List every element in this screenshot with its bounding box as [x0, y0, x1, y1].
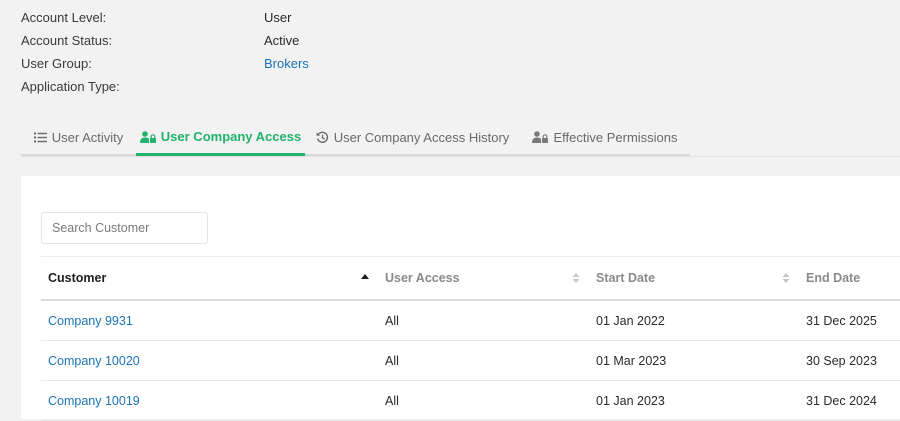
company-access-table: Customer User Access Start Date End Date… [41, 256, 900, 421]
end-date-cell: 31 Dec 2024 [806, 393, 877, 408]
column-header-user-access[interactable]: User Access [385, 257, 460, 299]
account-level-value: User [264, 10, 292, 25]
tab-user-activity[interactable]: User Activity [21, 120, 136, 156]
tab-effective-permissions-label: Effective Permissions [553, 129, 678, 145]
table-row: Company 9931 All 01 Jan 2022 31 Dec 2025 [41, 301, 900, 341]
start-date-cell: 01 Jan 2023 [596, 393, 665, 408]
application-type-row: Application Type: [21, 75, 309, 98]
start-date-cell: 01 Jan 2022 [596, 313, 665, 328]
column-header-end-date[interactable]: End Date [806, 257, 860, 299]
list-icon [33, 132, 47, 142]
account-status-label: Account Status: [21, 33, 113, 48]
tab-user-activity-label: User Activity [51, 129, 124, 145]
table-row: Company 10019 All 01 Jan 2023 31 Dec 202… [41, 381, 900, 421]
sort-icon[interactable] [571, 271, 581, 285]
account-level-row: Account Level: User [21, 6, 309, 29]
account-info: Account Level: User Account Status: Acti… [21, 6, 309, 98]
tab-user-company-access-history-label: User Company Access History [333, 129, 510, 145]
users-lock-icon [139, 130, 156, 143]
search-customer-input[interactable] [41, 212, 208, 244]
account-status-row: Account Status: Active [21, 29, 309, 52]
user-access-cell: All [385, 353, 399, 368]
user-group-link[interactable]: Brokers [264, 56, 309, 71]
account-status-value: Active [264, 33, 300, 48]
tab-user-company-access-history[interactable]: User Company Access History [305, 120, 520, 156]
column-header-start-date[interactable]: Start Date [596, 257, 655, 299]
customer-link[interactable]: Company 10020 [48, 341, 140, 380]
end-date-cell: 31 Dec 2025 [806, 313, 877, 328]
customer-link[interactable]: Company 10019 [48, 381, 140, 420]
account-level-label: Account Level: [21, 10, 107, 25]
user-group-row: User Group: Brokers [21, 52, 309, 75]
users-lock-icon [532, 131, 549, 143]
user-access-cell: All [385, 393, 399, 408]
tab-user-company-access-label: User Company Access [160, 129, 302, 144]
application-type-label: Application Type: [21, 79, 120, 94]
user-access-cell: All [385, 313, 399, 328]
tab-bar: User Activity User Company Access User C… [21, 120, 900, 157]
table-header: Customer User Access Start Date End Date [41, 256, 900, 301]
tab-user-company-access[interactable]: User Company Access [136, 120, 305, 156]
tab-effective-permissions[interactable]: Effective Permissions [520, 120, 690, 156]
sort-icon[interactable] [781, 271, 791, 285]
table-row: Company 10020 All 01 Mar 2023 30 Sep 202… [41, 341, 900, 381]
column-header-customer[interactable]: Customer [48, 257, 106, 299]
user-group-label: User Group: [21, 56, 92, 71]
company-access-panel: Customer User Access Start Date End Date… [21, 176, 900, 421]
end-date-cell: 30 Sep 2023 [806, 353, 877, 368]
customer-link[interactable]: Company 9931 [48, 301, 133, 340]
history-icon [316, 131, 328, 143]
start-date-cell: 01 Mar 2023 [596, 353, 667, 368]
sort-ascending-icon[interactable] [360, 271, 370, 285]
